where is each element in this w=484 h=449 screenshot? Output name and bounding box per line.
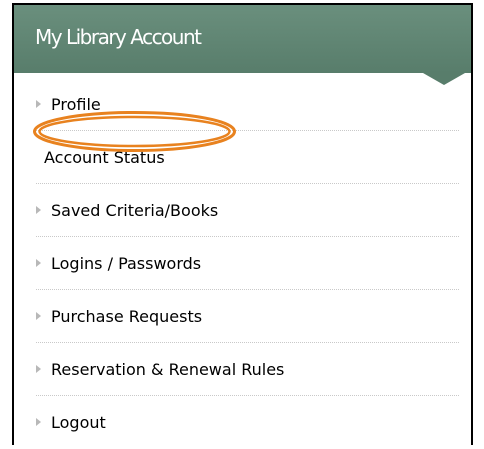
menu-item-label: Purchase Requests [51,307,203,326]
menu-item-label: Reservation & Renewal Rules [51,360,285,379]
menu-item-reservation-renewal-rules[interactable]: Reservation & Renewal Rules [14,343,471,396]
panel-title: My Library Account [35,25,202,49]
triangle-bullet-icon [36,259,41,267]
menu-item-profile[interactable]: Profile [14,78,471,131]
menu-item-account-status[interactable]: Account Status [14,131,471,184]
menu-item-label: Logins / Passwords [51,254,202,273]
account-menu: Profile Account Status Saved Criteria/Bo… [14,78,471,449]
menu-item-label: Account Status [44,148,165,167]
triangle-bullet-icon [36,418,41,426]
triangle-bullet-icon [36,312,41,320]
menu-item-purchase-requests[interactable]: Purchase Requests [14,290,471,343]
menu-item-logout[interactable]: Logout [14,396,471,449]
menu-item-label: Logout [51,413,106,432]
triangle-bullet-icon [36,100,41,108]
menu-item-label: Saved Criteria/Books [51,201,219,220]
menu-item-saved-criteria-books[interactable]: Saved Criteria/Books [14,184,471,237]
triangle-bullet-icon [36,206,41,214]
library-account-panel: My Library Account Profile Account Statu… [12,3,473,445]
panel-header: My Library Account [14,5,471,73]
menu-item-logins-passwords[interactable]: Logins / Passwords [14,237,471,290]
menu-item-label: Profile [51,95,101,114]
triangle-bullet-icon [36,365,41,373]
